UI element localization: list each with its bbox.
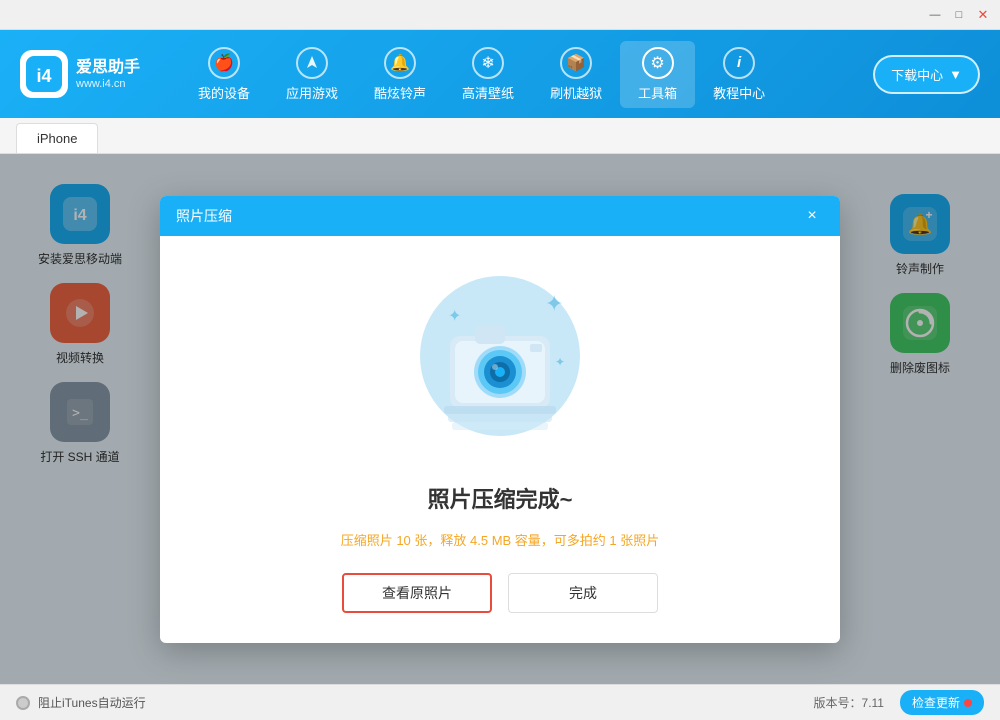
status-bar: 阻止iTunes自动运行 版本号：7.11 检查更新	[0, 684, 1000, 720]
jailbreak-icon: 📦	[560, 47, 592, 79]
nav-item-toolbox[interactable]: ⚙ 工具箱	[620, 41, 695, 108]
nav-item-wallpapers[interactable]: ❄ 高清壁纸	[444, 41, 532, 108]
header: i4 爱思助手 www.i4.cn 🍎 我的设备 应用游戏 🔔 酷炫铃声 ❄	[0, 30, 1000, 118]
svg-text:i4: i4	[36, 66, 51, 86]
info-icon: i	[723, 47, 755, 79]
nav-items: 🍎 我的设备 应用游戏 🔔 酷炫铃声 ❄ 高清壁纸 📦 刷机越狱 ⚙ 工具箱	[180, 41, 863, 108]
modal-title: 照片压缩	[176, 206, 232, 226]
svg-text:✦: ✦	[545, 291, 563, 316]
logo-area: i4 爱思助手 www.i4.cn	[20, 50, 150, 98]
toolbox-icon: ⚙	[642, 47, 674, 79]
status-dot-icon	[16, 696, 30, 710]
tab-bar: iPhone	[0, 118, 1000, 154]
logo-text: 爱思助手	[76, 58, 140, 79]
nav-item-jailbreak[interactable]: 📦 刷机越狱	[532, 41, 620, 108]
done-button[interactable]: 完成	[508, 573, 658, 613]
nav-item-my-device[interactable]: 🍎 我的设备	[180, 41, 268, 108]
apple-icon: 🍎	[208, 47, 240, 79]
status-left: 阻止iTunes自动运行	[16, 694, 146, 711]
iphone-tab-label: iPhone	[37, 131, 77, 146]
check-update-button[interactable]: 检查更新	[900, 690, 984, 715]
close-button[interactable]: ✕	[974, 6, 992, 24]
update-label: 检查更新	[912, 694, 960, 711]
maximize-button[interactable]: □	[950, 6, 968, 24]
modal-body: ✦ ✦ ✦	[160, 236, 840, 643]
logo-icon: i4	[20, 50, 68, 98]
modal-dialog: 照片压缩 × ✦ ✦ ✦	[160, 196, 840, 643]
iphone-tab[interactable]: iPhone	[16, 123, 98, 153]
title-bar: — □ ✕	[0, 0, 1000, 30]
main-content: i4 安装爱思移动端 视频转换 >_ 打开 SSH 通道	[0, 154, 1000, 684]
download-center-button[interactable]: 下载中心 ▼	[873, 55, 980, 94]
nav-label-apps-games: 应用游戏	[286, 83, 338, 102]
logo-url: www.i4.cn	[76, 78, 140, 90]
modal-main-title: 照片压缩完成~	[428, 482, 573, 514]
view-original-button[interactable]: 查看原照片	[342, 573, 492, 613]
modal-header: 照片压缩 ×	[160, 196, 840, 236]
nav-label-wallpapers: 高清壁纸	[462, 83, 514, 102]
version-label: 版本号：7.11	[814, 694, 884, 711]
update-notification-dot	[964, 699, 972, 707]
bell-icon: 🔔	[384, 47, 416, 79]
nav-item-tutorials[interactable]: i 教程中心	[695, 41, 783, 108]
modal-overlay: 照片压缩 × ✦ ✦ ✦	[0, 154, 1000, 684]
svg-text:✦: ✦	[448, 308, 461, 325]
svg-text:✦: ✦	[555, 355, 565, 369]
camera-illustration: ✦ ✦ ✦	[400, 266, 600, 466]
camera-svg: ✦ ✦ ✦	[400, 266, 600, 466]
modal-close-button[interactable]: ×	[800, 204, 824, 228]
nav-label-tutorials: 教程中心	[713, 83, 765, 102]
nav-label-ringtones: 酷炫铃声	[374, 83, 426, 102]
download-label: 下载中心	[891, 65, 943, 84]
modal-buttons: 查看原照片 完成	[342, 573, 658, 613]
minimize-button[interactable]: —	[926, 6, 944, 24]
nav-label-jailbreak: 刷机越狱	[550, 83, 602, 102]
nav-item-apps-games[interactable]: 应用游戏	[268, 41, 356, 108]
wallpaper-icon: ❄	[472, 47, 504, 79]
nav-label-my-device: 我的设备	[198, 83, 250, 102]
nav-label-toolbox: 工具箱	[638, 83, 677, 102]
modal-subtitle: 压缩照片 10 张，释放 4.5 MB 容量，可多拍约 1 张照片	[341, 530, 660, 549]
itunes-status-label: 阻止iTunes自动运行	[38, 694, 146, 711]
apps-icon	[296, 47, 328, 79]
download-arrow-icon: ▼	[949, 67, 962, 82]
status-right: 版本号：7.11 检查更新	[814, 690, 984, 715]
nav-item-ringtones[interactable]: 🔔 酷炫铃声	[356, 41, 444, 108]
